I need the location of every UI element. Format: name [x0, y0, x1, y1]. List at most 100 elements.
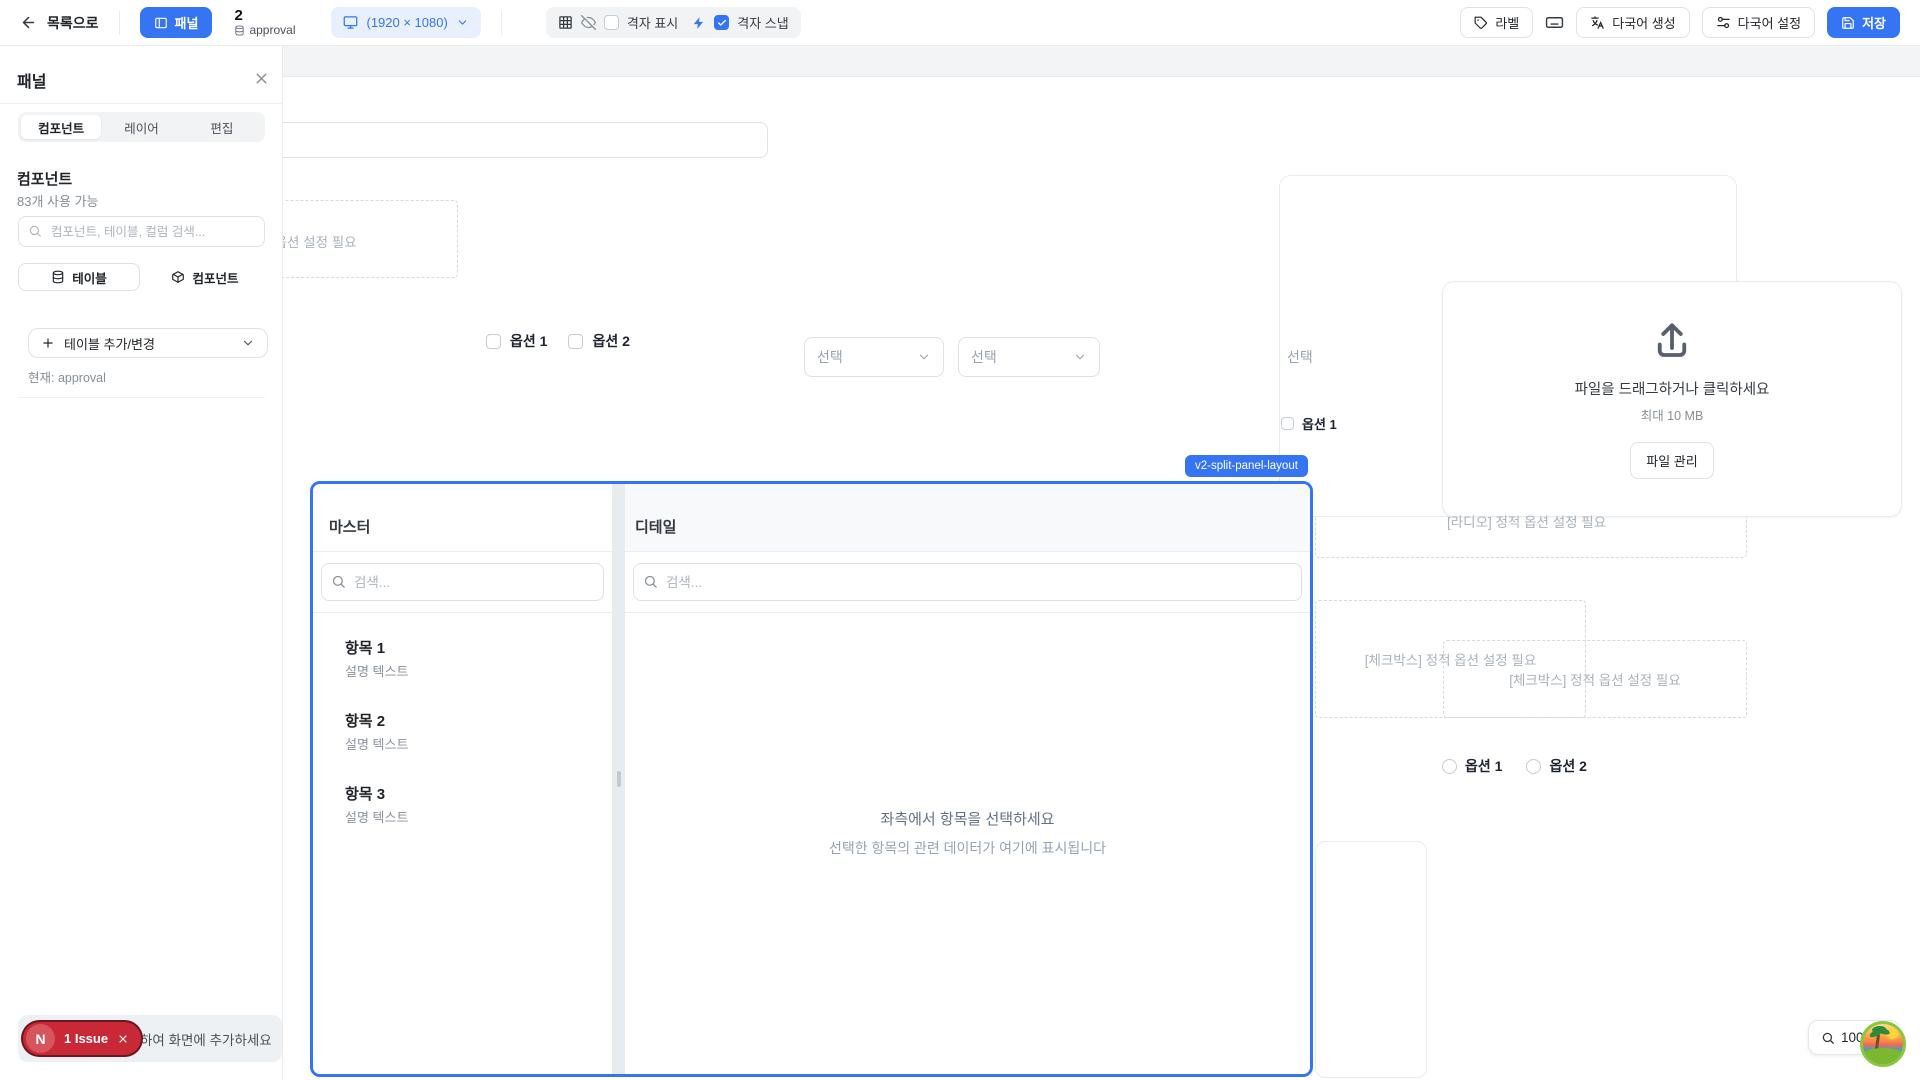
canvas-select-2[interactable]: 선택	[958, 337, 1100, 377]
grid-icon	[558, 15, 573, 30]
arrow-left-icon	[20, 14, 37, 31]
database-icon	[51, 270, 65, 284]
split-panel-component[interactable]: 마스터 항목 1 설명 텍스트 항목 2 설명 텍스트 항목 3 설	[310, 481, 1313, 1077]
page-version-block: 2 approval	[234, 8, 295, 38]
components-count: 83개 사용 가능	[17, 191, 98, 210]
keyboard-shortcuts-button[interactable]	[1545, 13, 1564, 32]
check-icon	[717, 18, 727, 28]
back-label[interactable]: 목록으로	[47, 13, 99, 33]
master-item-list: 항목 1 설명 텍스트 항목 2 설명 텍스트 항목 3 설명 텍스트	[313, 613, 612, 1074]
panel-toggle-button[interactable]: 패널	[140, 7, 213, 38]
i18n-generate-button[interactable]: 다국어 생성	[1576, 7, 1689, 38]
divider	[119, 11, 120, 35]
components-toggle-label: 컴포넌트	[192, 268, 238, 287]
split-resize-handle[interactable]	[612, 484, 625, 1074]
master-panel: 마스터 항목 1 설명 텍스트 항목 2 설명 텍스트 항목 3 설	[313, 484, 612, 1074]
chevron-down-icon	[917, 350, 931, 364]
add-table-label: 테이블 추가/변경	[64, 334, 155, 353]
list-item-title: 항목 1	[345, 637, 588, 658]
empty-state-title: 좌측에서 항목을 선택하세요	[881, 808, 1055, 829]
upload-icon	[1651, 320, 1693, 362]
grid-snap-checkbox[interactable]	[714, 15, 729, 30]
master-search-input[interactable]	[321, 563, 604, 601]
grid-show-label: 격자 표시	[627, 13, 678, 32]
add-table-dropdown[interactable]: 테이블 추가/변경	[28, 328, 268, 358]
radio-option-2[interactable]	[1526, 759, 1541, 774]
close-icon[interactable]	[117, 1033, 129, 1045]
master-search-row	[313, 552, 612, 613]
save-button[interactable]: 저장	[1827, 7, 1900, 38]
grid-show-checkbox[interactable]	[604, 15, 619, 30]
checkbox-placeholder-box-2[interactable]: [체크박스] 정적 옵션 설정 필요	[1443, 640, 1747, 718]
side-select-label[interactable]: 선택	[1287, 347, 1313, 367]
search-icon	[643, 574, 658, 589]
current-table-label: 현재: approval	[28, 367, 106, 386]
side-checkbox-row: 옵션 1	[1281, 414, 1337, 433]
file-upload-dropzone[interactable]: 파일을 드래그하거나 클릭하세요 최대 10 MB 파일 관리	[1442, 281, 1902, 517]
side-checkbox-label: 옵션 1	[1302, 414, 1337, 433]
canvas-select-1[interactable]: 선택	[804, 337, 944, 377]
hint-text: 하여 화면에 추가하세요	[140, 1029, 272, 1049]
issue-count-label: 1 Issue	[64, 1031, 108, 1046]
dev-issue-badge[interactable]: N 1 Issue	[21, 1020, 143, 1057]
tab-components[interactable]: 컴포넌트	[21, 115, 101, 139]
avatar: N	[26, 1024, 55, 1053]
radio-placeholder-label: [라디오] 정적 옵션 설정 필요	[1447, 511, 1606, 531]
component-tag: v2-split-panel-layout	[1185, 455, 1308, 477]
back-button[interactable]	[20, 14, 37, 31]
monitor-icon	[343, 15, 358, 30]
radio-option-2-label: 옵션 2	[1549, 756, 1586, 776]
master-panel-title: 마스터	[313, 484, 612, 552]
list-item[interactable]: 항목 2 설명 텍스트	[313, 698, 612, 765]
radio-option-1-label: 옵션 1	[1465, 756, 1502, 776]
list-item-desc: 설명 텍스트	[345, 661, 588, 680]
database-icon	[234, 25, 245, 36]
components-section-title: 컴포넌트	[17, 168, 72, 189]
canvas-radio-group: 옵션 1 옵션 2	[1442, 756, 1587, 776]
magnifier-icon	[1821, 1031, 1835, 1045]
side-checkbox[interactable]	[1281, 417, 1294, 430]
empty-state-desc: 선택한 항목의 관련 데이터가 여기에 표시됩니다	[829, 838, 1106, 858]
screen-size-value: (1920 × 1080)	[366, 15, 447, 30]
plus-icon	[41, 336, 55, 350]
detail-search-row	[625, 552, 1310, 613]
checkbox-option-2-label: 옵션 2	[592, 331, 629, 351]
radio-option-1[interactable]	[1442, 759, 1457, 774]
resize-grip-icon	[617, 771, 621, 787]
screen-size-dropdown[interactable]: (1920 × 1080)	[331, 7, 480, 38]
upload-title: 파일을 드래그하거나 클릭하세요	[1575, 378, 1770, 399]
checkbox-option-2[interactable]	[568, 334, 583, 349]
tables-toggle-label: 테이블	[72, 268, 107, 287]
component-search-input[interactable]	[18, 216, 265, 247]
label-button[interactable]: 라벨	[1460, 7, 1533, 38]
file-manage-button[interactable]: 파일 관리	[1630, 442, 1713, 479]
lightning-icon	[692, 16, 706, 30]
sidebar-icon	[154, 16, 168, 30]
divider	[0, 103, 283, 104]
search-icon	[331, 574, 346, 589]
chevron-down-icon	[456, 16, 469, 29]
canvas-checkbox-group: 옵션 1 옵션 2	[486, 331, 630, 351]
list-item-desc: 설명 텍스트	[345, 734, 588, 753]
list-item[interactable]: 항목 3 설명 텍스트	[313, 771, 612, 838]
list-item-title: 항목 3	[345, 783, 588, 804]
tab-layers[interactable]: 레이어	[101, 115, 181, 139]
eye-off-icon	[581, 15, 596, 30]
side-panel: 패널 컴포넌트 레이어 편집 컴포넌트 83개 사용 가능 테이블 컴포넌트 테…	[0, 46, 283, 1080]
tables-toggle-button[interactable]: 테이블	[18, 263, 140, 291]
island-widget-icon[interactable]	[1860, 1021, 1906, 1067]
tab-edit[interactable]: 편집	[182, 115, 262, 139]
search-icon	[28, 224, 42, 238]
i18n-settings-button[interactable]: 다국어 설정	[1702, 7, 1815, 38]
checkbox-option-1[interactable]	[486, 334, 501, 349]
components-toggle-button[interactable]: 컴포넌트	[145, 263, 265, 291]
design-canvas: 정적 옵션 설정 필요 옵션 1 옵션 2 선택 선택 선택 옵션 1 파일을 …	[0, 0, 1920, 1080]
top-toolbar: 목록으로 패널 2 approval (1920 × 1080) 격자 표시	[0, 0, 1920, 46]
detail-search-input[interactable]	[633, 563, 1302, 601]
i18n-generate-label: 다국어 생성	[1612, 13, 1675, 32]
list-item[interactable]: 항목 1 설명 텍스트	[313, 625, 612, 692]
translate-icon	[1590, 15, 1605, 30]
detail-panel-title: 디테일	[625, 484, 1310, 552]
canvas-top-strip	[0, 46, 1920, 77]
close-icon[interactable]	[253, 70, 270, 87]
